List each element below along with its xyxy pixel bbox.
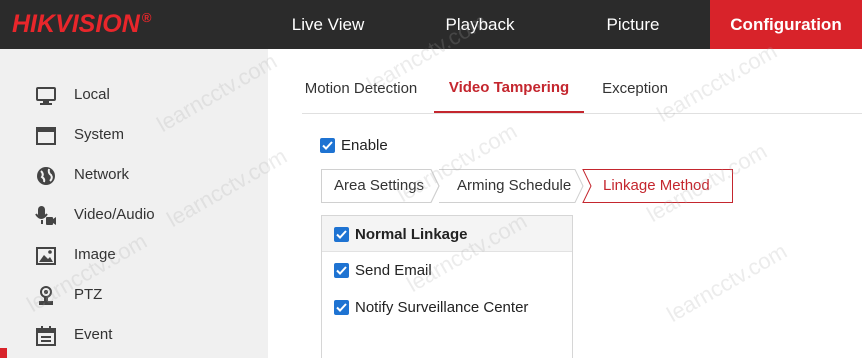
- nav-live-view[interactable]: Live View: [268, 0, 388, 49]
- send-email-label: Send Email: [355, 262, 432, 280]
- sidebar-item-system[interactable]: System: [0, 116, 268, 154]
- enable-label: Enable: [341, 137, 388, 155]
- globe-icon: [35, 165, 57, 187]
- tab-divider: [302, 113, 862, 114]
- sidebar-item-network[interactable]: Network: [0, 156, 268, 194]
- nav-picture[interactable]: Picture: [573, 0, 693, 49]
- sidebar: Local System Network Video/Audio Image P…: [0, 49, 268, 358]
- nav-configuration[interactable]: Configuration: [710, 0, 862, 49]
- sidebar-item-image[interactable]: Image: [0, 236, 268, 274]
- sidebar-item-label: Image: [74, 246, 116, 263]
- normal-linkage-checkbox[interactable]: [334, 227, 349, 243]
- sidebar-item-label: Event: [74, 326, 113, 343]
- window-icon: [35, 125, 57, 147]
- sidebar-item-local[interactable]: Local: [0, 76, 268, 114]
- sidebar-item-label: PTZ: [74, 286, 103, 303]
- step-arming-schedule[interactable]: Arming Schedule: [439, 169, 583, 203]
- hikvision-logo: HIKVISION ®: [12, 10, 152, 38]
- sidebar-item-label: Local: [74, 86, 110, 103]
- tab-exception[interactable]: Exception: [600, 49, 670, 112]
- step-area-settings[interactable]: Area Settings: [321, 169, 439, 203]
- enable-checkbox-row[interactable]: Enable: [320, 137, 388, 155]
- calendar-icon: [35, 325, 57, 347]
- image-icon: [35, 245, 57, 267]
- sidebar-item-video-audio[interactable]: Video/Audio: [0, 196, 268, 234]
- notify-center-label: Notify Surveillance Center: [355, 299, 529, 317]
- tab-motion-detection[interactable]: Motion Detection: [302, 49, 420, 112]
- send-email-row[interactable]: Send Email: [334, 262, 432, 280]
- notify-center-row[interactable]: Notify Surveillance Center: [334, 299, 528, 317]
- step-linkage-method[interactable]: Linkage Method: [583, 169, 733, 203]
- notify-center-checkbox[interactable]: [334, 300, 349, 316]
- main-content: Motion Detection Video Tampering Excepti…: [268, 49, 862, 358]
- send-email-checkbox[interactable]: [334, 263, 349, 279]
- sidebar-item-label: Video/Audio: [74, 206, 155, 223]
- sidebar-item-label: Network: [74, 166, 130, 183]
- nav-playback[interactable]: Playback: [420, 0, 540, 49]
- microphone-camera-icon: [35, 205, 57, 227]
- monitor-icon: [35, 85, 57, 107]
- sidebar-item-label: System: [74, 126, 125, 143]
- normal-linkage-label: Normal Linkage: [355, 226, 468, 244]
- tab-video-tampering[interactable]: Video Tampering: [434, 49, 584, 113]
- enable-checkbox[interactable]: [320, 138, 335, 154]
- sidebar-item-ptz[interactable]: PTZ: [0, 276, 268, 314]
- top-nav-bar: HIKVISION ® Live View Playback Picture Co…: [0, 0, 862, 49]
- ptz-icon: [35, 285, 57, 307]
- linkage-panel: Normal Linkage Send Email Notify Surveil…: [321, 215, 573, 358]
- normal-linkage-row[interactable]: Normal Linkage: [334, 226, 468, 244]
- sidebar-item-event[interactable]: Event: [0, 316, 268, 354]
- sidebar-active-indicator: [0, 348, 7, 358]
